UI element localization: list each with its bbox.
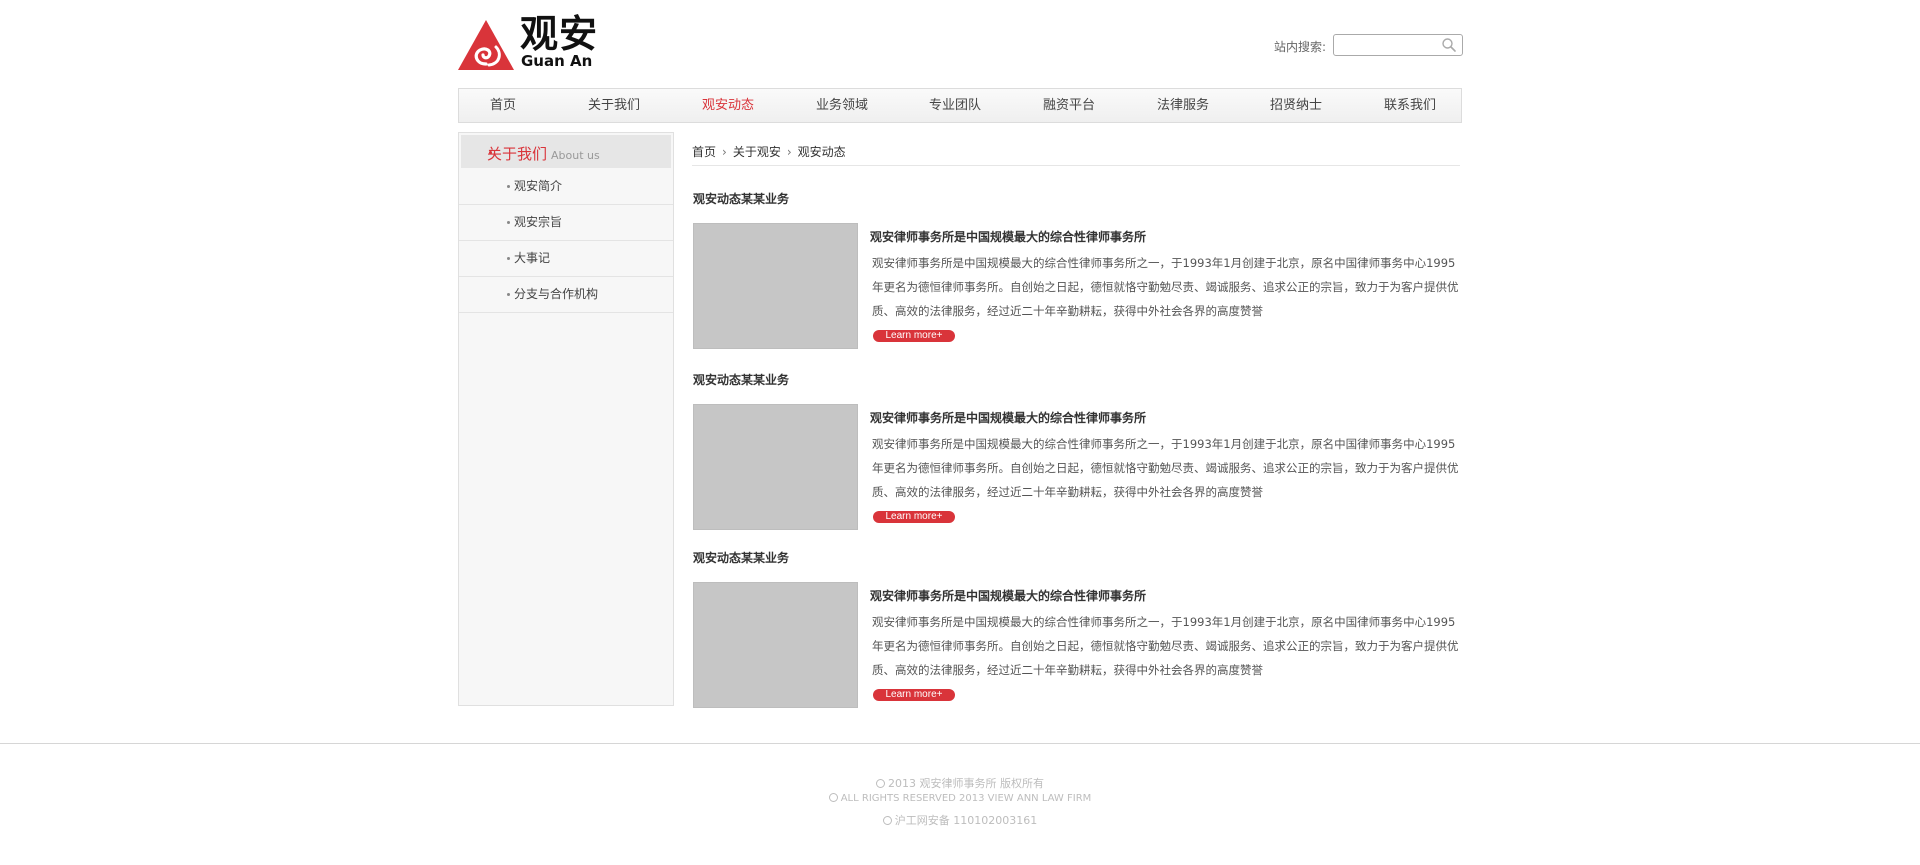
nav-item-home[interactable]: 首页: [473, 89, 533, 122]
nav-item-legal-services[interactable]: 法律服务: [1148, 89, 1218, 122]
search-input[interactable]: [1338, 36, 1438, 53]
main-nav: 首页 关于我们 观安动态 业务领域 专业团队 融资平台 法律服务 招贤纳士 联系…: [458, 88, 1462, 123]
article-title[interactable]: 观安律师事务所是中国规模最大的综合性律师事务所: [870, 409, 1146, 426]
logo-name-cn: 观安: [520, 11, 599, 56]
guan-an-logo-icon: [458, 20, 514, 70]
learn-more-button[interactable]: Learn more+: [873, 330, 955, 342]
sidebar-item-intro[interactable]: 观安简介: [459, 169, 673, 205]
chevron-right-icon: ›: [786, 145, 792, 159]
nav-item-financing[interactable]: 融资平台: [1034, 89, 1104, 122]
sidebar-header: 关于我们 About us: [461, 135, 671, 168]
nav-item-practice-areas[interactable]: 业务领域: [807, 89, 877, 122]
footer-icp: 沪工网安备 110102003161: [0, 812, 1920, 828]
sidebar-item-label: 分支与合作机构: [514, 287, 599, 301]
section-title: 观安动态某某业务: [693, 192, 790, 206]
footer-rights-text: ALL RIGHTS RESERVED 2013 VIEW ANN LAW FI…: [840, 793, 1092, 804]
footer-divider: [0, 743, 1920, 744]
bullet-icon: [507, 185, 510, 188]
footer-rights: ALL RIGHTS RESERVED 2013 VIEW ANN LAW FI…: [0, 792, 1920, 804]
article-thumbnail[interactable]: [693, 404, 858, 530]
logo-name-en: Guan An: [521, 52, 593, 70]
breadcrumb-home[interactable]: 首页: [692, 143, 716, 160]
sidebar-item-milestones[interactable]: 大事记: [459, 241, 673, 277]
nav-item-team[interactable]: 专业团队: [920, 89, 990, 122]
nav-item-about[interactable]: 关于我们: [579, 89, 649, 122]
footer-copyright-text: 2013 观安律师事务所 版权所有: [888, 777, 1044, 790]
nav-item-contact[interactable]: 联系我们: [1375, 89, 1445, 122]
search-label: 站内搜索:: [1274, 40, 1327, 54]
footer-copyright: 2013 观安律师事务所 版权所有: [0, 775, 1920, 791]
article-summary: 观安律师事务所是中国规模最大的综合性律师事务所之一，于1993年1月创建于北京，…: [872, 437, 1459, 499]
sidebar-title-en: About us: [551, 149, 600, 162]
breadcrumb-about[interactable]: 关于观安: [733, 143, 781, 160]
section-title: 观安动态某某业务: [693, 551, 790, 565]
article-thumbnail[interactable]: [693, 582, 858, 708]
copyright-icon: [828, 792, 838, 802]
sidebar-item-branches[interactable]: 分支与合作机构: [459, 277, 673, 313]
sidebar: 关于我们 About us 观安简介 观安宗旨 大事记 分支与合作机构: [458, 132, 674, 706]
article-title[interactable]: 观安律师事务所是中国规模最大的综合性律师事务所: [870, 587, 1146, 604]
sidebar-list: 观安简介 观安宗旨 大事记 分支与合作机构: [459, 169, 673, 313]
search-icon[interactable]: [1441, 37, 1457, 53]
sidebar-title-cn: 关于我们: [487, 145, 548, 163]
chevron-right-icon: ›: [722, 145, 727, 159]
sidebar-title: 关于我们 About us: [487, 143, 600, 164]
bullet-icon: [507, 221, 510, 224]
learn-more-button[interactable]: Learn more+: [873, 689, 955, 701]
breadcrumb-current: 观安动态: [797, 145, 846, 159]
learn-more-button[interactable]: Learn more+: [873, 511, 955, 523]
section-title: 观安动态某某业务: [693, 373, 790, 387]
search-box[interactable]: [1333, 34, 1463, 56]
sidebar-item-label: 大事记: [514, 251, 551, 265]
sidebar-item-label: 观安简介: [514, 179, 563, 193]
bullet-icon: [507, 293, 510, 296]
nav-item-careers[interactable]: 招贤纳士: [1261, 89, 1331, 122]
nav-item-news[interactable]: 观安动态: [693, 89, 763, 122]
copyright-icon: [876, 778, 885, 788]
article-summary: 观安律师事务所是中国规模最大的综合性律师事务所之一，于1993年1月创建于北京，…: [872, 615, 1459, 677]
article-thumbnail[interactable]: [693, 223, 858, 349]
breadcrumb: 首页 › 关于观安 › 观安动态: [692, 143, 1460, 166]
footer-icp-text[interactable]: 沪工网安备 110102003161: [895, 814, 1037, 827]
article-summary: 观安律师事务所是中国规模最大的综合性律师事务所之一，于1993年1月创建于北京，…: [872, 256, 1459, 318]
site-logo[interactable]: 观安 Guan An: [458, 14, 608, 72]
bullet-icon: [507, 257, 510, 260]
article-title[interactable]: 观安律师事务所是中国规模最大的综合性律师事务所: [870, 228, 1146, 245]
sidebar-item-mission[interactable]: 观安宗旨: [459, 205, 673, 241]
badge-icon: [882, 815, 892, 825]
site-search: 站内搜索:: [1274, 34, 1463, 58]
sidebar-item-label: 观安宗旨: [514, 215, 563, 229]
